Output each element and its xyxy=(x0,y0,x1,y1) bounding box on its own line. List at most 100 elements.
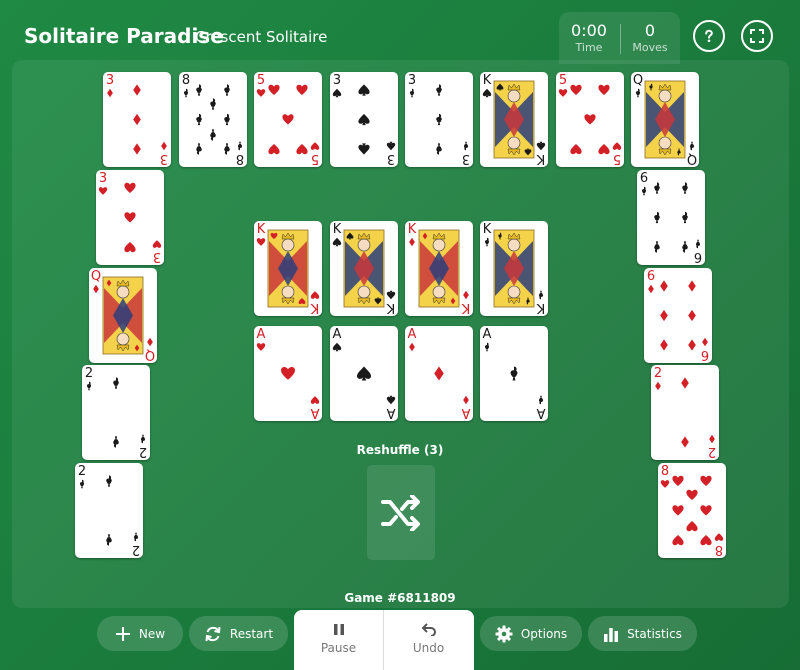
restart-icon xyxy=(205,626,221,641)
card-pip xyxy=(570,84,582,96)
new-game-button[interactable]: New xyxy=(97,616,183,651)
new-label: New xyxy=(138,626,166,641)
card-face: 66 xyxy=(647,269,709,362)
card-5-of-hearts[interactable]: 55 xyxy=(556,72,624,167)
card-corner-suit xyxy=(256,343,266,351)
card-pip xyxy=(106,475,112,487)
card-rank: A xyxy=(310,405,319,420)
card-corner-suit xyxy=(310,142,320,150)
card-pip xyxy=(598,143,610,155)
card-face: QQ xyxy=(633,73,697,166)
card-pip xyxy=(681,377,689,389)
card-rank: K xyxy=(536,300,545,315)
card-rank: 2 xyxy=(132,542,140,557)
card-king-of-spades[interactable]: KK xyxy=(480,72,548,167)
card-rank: 6 xyxy=(701,347,709,362)
fullscreen-button[interactable] xyxy=(741,20,773,52)
card-8-of-hearts[interactable]: 88 xyxy=(658,463,726,558)
card-rank: Q xyxy=(91,269,101,284)
move-counter: 0 Moves xyxy=(620,21,680,55)
card-corner-suit xyxy=(484,237,490,247)
card-pip xyxy=(660,280,668,292)
card-rank: 5 xyxy=(257,73,265,88)
card-rank: 6 xyxy=(640,171,648,186)
card-pip xyxy=(124,182,136,194)
card-corner-suit xyxy=(310,291,320,299)
card-corner-suit xyxy=(98,187,108,195)
card-6-of-clubs[interactable]: 66 xyxy=(637,170,705,265)
restart-label: Restart xyxy=(229,626,274,641)
card-rank: Q xyxy=(145,347,155,362)
card-corner-suit xyxy=(183,88,189,98)
card-pip xyxy=(672,505,684,516)
card-corner-suit xyxy=(332,88,342,98)
options-label: Options xyxy=(520,626,568,641)
card-corner-suit xyxy=(386,141,396,151)
card-corner-suit xyxy=(140,434,146,444)
card-pip xyxy=(700,534,712,546)
card-corner-suit xyxy=(536,141,546,151)
card-corner-suit xyxy=(538,395,544,405)
card-pip xyxy=(688,280,696,292)
card-king-of-hearts[interactable]: KK xyxy=(254,221,322,316)
card-pip xyxy=(510,366,518,381)
card-3-of-hearts[interactable]: 33 xyxy=(96,170,164,265)
card-pip xyxy=(660,309,668,322)
card-ace-of-spades[interactable]: AA xyxy=(330,326,398,421)
card-3-of-spades[interactable]: 33 xyxy=(330,72,398,167)
card-rank: 2 xyxy=(85,366,93,381)
card-ace-of-clubs[interactable]: AA xyxy=(480,326,548,421)
card-rank: K xyxy=(536,151,545,166)
card-king-of-spades[interactable]: KK xyxy=(330,221,398,316)
card-pip xyxy=(681,436,689,448)
card-corner-suit xyxy=(695,239,701,249)
card-2-of-clubs[interactable]: 22 xyxy=(75,463,143,558)
card-corner-suit xyxy=(386,290,396,300)
card-3-of-diamonds[interactable]: 33 xyxy=(103,72,171,167)
pause-label: Pause xyxy=(320,641,357,655)
card-pip xyxy=(358,84,370,96)
card-queen-of-clubs[interactable]: QQ xyxy=(631,72,699,167)
card-5-of-hearts[interactable]: 55 xyxy=(254,72,322,167)
face-card-art xyxy=(493,229,535,308)
card-corner-suit xyxy=(152,240,162,248)
undo-button[interactable]: Undo xyxy=(384,610,473,670)
card-rank: 3 xyxy=(408,73,416,88)
card-rank: K xyxy=(408,222,417,237)
app-title: Solitaire Paradise xyxy=(24,24,224,48)
card-ace-of-hearts[interactable]: AA xyxy=(254,326,322,421)
pause-button[interactable]: Pause xyxy=(294,610,383,670)
card-3-of-clubs[interactable]: 33 xyxy=(405,72,473,167)
card-corner-suit xyxy=(133,532,139,542)
reshuffle-button[interactable] xyxy=(367,465,435,560)
card-rank: 2 xyxy=(654,366,662,381)
card-rank: K xyxy=(310,300,319,315)
card-face: KK xyxy=(256,222,320,315)
card-rank: 8 xyxy=(182,73,190,88)
card-pip xyxy=(654,211,660,224)
options-button[interactable]: Options xyxy=(480,616,582,651)
card-king-of-clubs[interactable]: KK xyxy=(480,221,548,316)
statistics-button[interactable]: Statistics xyxy=(588,616,697,651)
card-rank: 8 xyxy=(715,542,723,557)
card-ace-of-diamonds[interactable]: AA xyxy=(405,326,473,421)
card-rank: A xyxy=(333,327,342,342)
card-pip xyxy=(210,98,216,110)
card-rank: 3 xyxy=(160,151,168,166)
card-pip xyxy=(124,241,136,253)
card-face: AA xyxy=(256,327,320,420)
card-rank: 3 xyxy=(106,73,114,88)
card-pip xyxy=(268,143,280,155)
card-8-of-clubs[interactable]: 88 xyxy=(179,72,247,167)
help-button[interactable] xyxy=(693,20,725,52)
restart-button[interactable]: Restart xyxy=(189,616,288,651)
card-6-of-diamonds[interactable]: 66 xyxy=(644,268,712,363)
card-corner-suit xyxy=(635,88,641,98)
card-queen-of-diamonds[interactable]: QQ xyxy=(89,268,157,363)
card-rank: A xyxy=(386,405,395,420)
card-2-of-clubs[interactable]: 22 xyxy=(82,365,150,460)
card-king-of-diamonds[interactable]: KK xyxy=(405,221,473,316)
card-corner-suit xyxy=(256,238,266,246)
pause-icon xyxy=(333,624,344,635)
card-2-of-diamonds[interactable]: 22 xyxy=(651,365,719,460)
